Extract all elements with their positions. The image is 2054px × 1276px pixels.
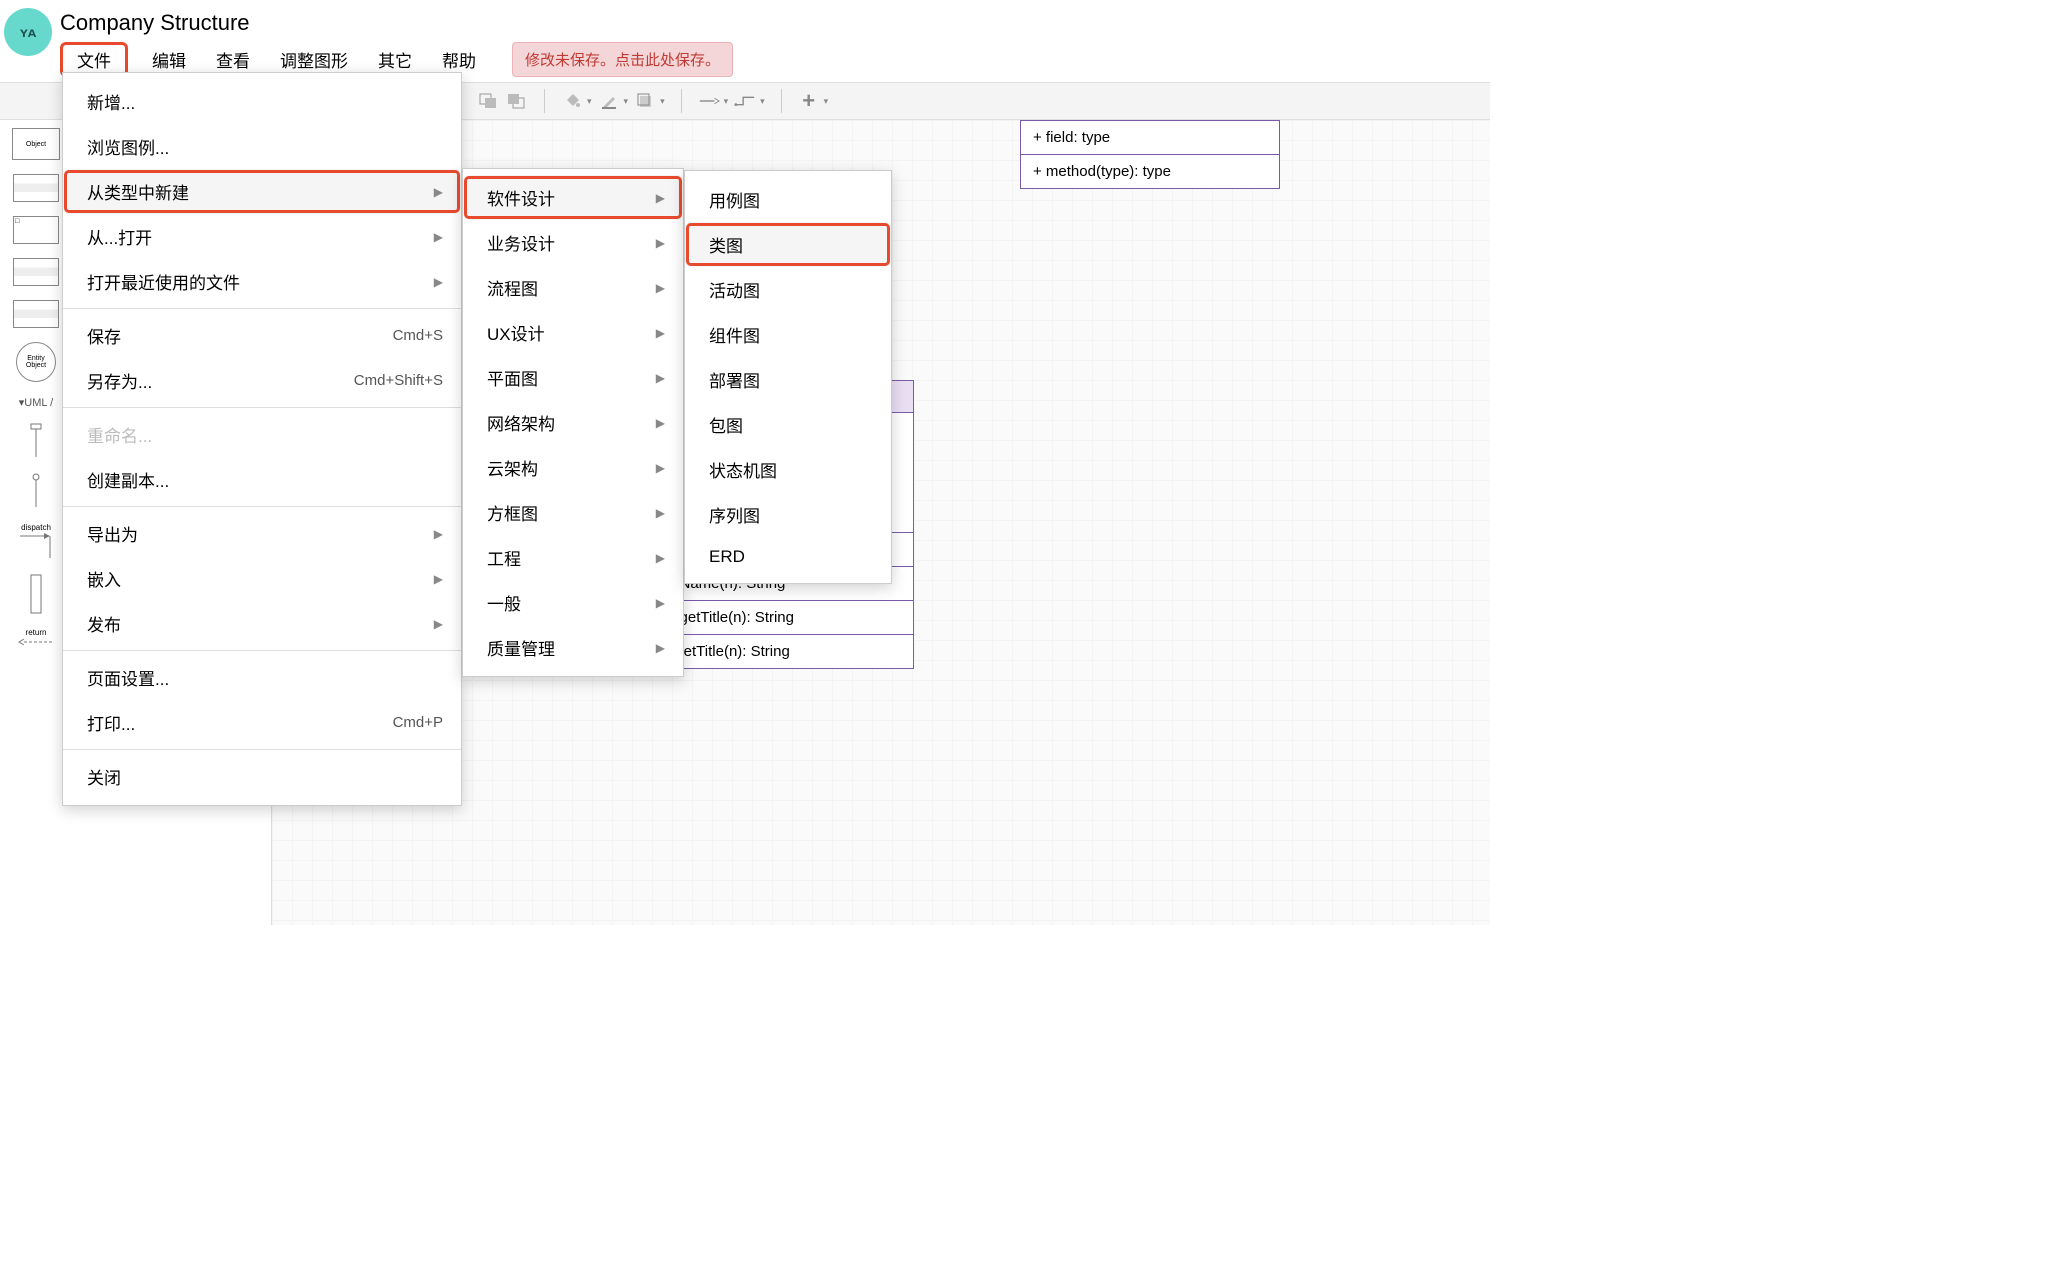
chevron-right-icon: ▶	[656, 596, 665, 610]
toolbar-bring-front-icon[interactable]	[506, 90, 528, 112]
class-method: + method(type): type	[1021, 155, 1279, 188]
template-menu-software[interactable]: 软件设计▶	[463, 175, 683, 220]
shape-activation[interactable]	[30, 574, 42, 614]
sidebar-section-label[interactable]: UML /	[24, 397, 53, 409]
file-menu-recent[interactable]: 打开最近使用的文件▶	[63, 259, 461, 304]
software-menu-package[interactable]: 包图	[685, 402, 891, 447]
file-menu-browse[interactable]: 浏览图例...	[63, 124, 461, 169]
file-menu-close[interactable]: 关闭	[63, 754, 461, 799]
chevron-right-icon: ▶	[434, 275, 443, 289]
shape-dispatch[interactable]	[18, 532, 54, 560]
file-menu-publish[interactable]: 发布▶	[63, 601, 461, 646]
template-menu-cloud[interactable]: 云架构▶	[463, 445, 683, 490]
shape-object[interactable]: Object	[12, 128, 60, 160]
chevron-right-icon: ▶	[434, 185, 443, 199]
toolbar-stroke-icon[interactable]	[598, 90, 620, 112]
class-method: - setTitle(n): String	[655, 635, 913, 668]
template-menu: 软件设计▶ 业务设计▶ 流程图▶ UX设计▶ 平面图▶ 网络架构▶ 云架构▶ 方…	[462, 168, 684, 677]
file-menu-print[interactable]: 打印...Cmd+P	[63, 700, 461, 745]
file-menu-save-as[interactable]: 另存为...Cmd+Shift+S	[63, 358, 461, 403]
chevron-right-icon: ▶	[656, 191, 665, 205]
toolbar-connector-icon[interactable]	[734, 90, 756, 112]
template-menu-floorplan[interactable]: 平面图▶	[463, 355, 683, 400]
shape-entity[interactable]: Entity Object	[16, 342, 56, 382]
shape-return[interactable]	[18, 637, 54, 647]
chevron-right-icon: ▶	[434, 617, 443, 631]
template-menu-block[interactable]: 方框图▶	[463, 490, 683, 535]
chevron-right-icon: ▶	[656, 506, 665, 520]
chevron-right-icon: ▶	[656, 371, 665, 385]
software-menu-deployment[interactable]: 部署图	[685, 357, 891, 402]
chevron-right-icon: ▶	[434, 527, 443, 541]
chevron-right-icon: ▶	[434, 230, 443, 244]
chevron-right-icon: ▶	[656, 416, 665, 430]
chevron-right-icon: ▶	[656, 551, 665, 565]
template-menu-business[interactable]: 业务设计▶	[463, 220, 683, 265]
file-menu-save[interactable]: 保存Cmd+S	[63, 313, 461, 358]
software-menu-statemachine[interactable]: 状态机图	[685, 447, 891, 492]
class-method: # getTitle(n): String	[655, 601, 913, 635]
avatar[interactable]: ʏᴀ	[4, 8, 52, 56]
toolbar-add-icon[interactable]: +	[798, 90, 820, 112]
toolbar-line-icon[interactable]	[698, 90, 720, 112]
template-menu-ux[interactable]: UX设计▶	[463, 310, 683, 355]
software-menu-sequence[interactable]: 序列图	[685, 492, 891, 537]
software-menu-component[interactable]: 组件图	[685, 312, 891, 357]
shape-dispatch-label: dispatch	[18, 523, 54, 532]
template-menu-quality[interactable]: 质量管理▶	[463, 625, 683, 670]
chevron-right-icon: ▶	[434, 572, 443, 586]
file-menu-open-from[interactable]: 从...打开▶	[63, 214, 461, 259]
caret-down-icon[interactable]: ▾	[587, 96, 592, 107]
template-menu-network[interactable]: 网络架构▶	[463, 400, 683, 445]
shape-composite[interactable]	[13, 174, 59, 202]
shape-found-msg[interactable]	[25, 473, 47, 509]
template-menu-flowchart[interactable]: 流程图▶	[463, 265, 683, 310]
software-menu: 用例图 类图 活动图 组件图 部署图 包图 状态机图 序列图 ERD	[684, 170, 892, 584]
chevron-right-icon: ▶	[656, 281, 665, 295]
software-menu-erd[interactable]: ERD	[685, 537, 891, 577]
chevron-right-icon: ▶	[656, 461, 665, 475]
chevron-right-icon: ▶	[656, 326, 665, 340]
shape-class[interactable]	[13, 300, 59, 328]
chevron-right-icon: ▶	[656, 641, 665, 655]
file-menu-embed[interactable]: 嵌入▶	[63, 556, 461, 601]
file-menu-from-template[interactable]: 从类型中新建▶	[63, 169, 461, 214]
file-menu-new[interactable]: 新增...	[63, 79, 461, 124]
template-menu-engineering[interactable]: 工程▶	[463, 535, 683, 580]
shape-lifeline[interactable]	[25, 423, 47, 459]
file-menu-page-setup[interactable]: 页面设置...	[63, 655, 461, 700]
shape-return-label: return	[18, 628, 54, 637]
toolbar-shadow-icon[interactable]	[634, 90, 656, 112]
caret-down-icon[interactable]: ▾	[660, 96, 665, 107]
file-menu-export[interactable]: 导出为▶	[63, 511, 461, 556]
class-field: + field: type	[1021, 121, 1279, 155]
software-menu-usecase[interactable]: 用例图	[685, 177, 891, 222]
file-menu-rename: 重命名...	[63, 412, 461, 457]
caret-down-icon[interactable]: ▾	[724, 96, 729, 107]
file-menu: 新增... 浏览图例... 从类型中新建▶ 从...打开▶ 打开最近使用的文件▶…	[62, 72, 462, 806]
chevron-right-icon: ▶	[656, 236, 665, 250]
software-menu-activity[interactable]: 活动图	[685, 267, 891, 312]
caret-down-icon[interactable]: ▾	[624, 96, 629, 107]
document-title[interactable]: Company Structure	[60, 4, 1490, 40]
shape-interface[interactable]	[13, 258, 59, 286]
software-menu-class[interactable]: 类图	[685, 222, 891, 267]
shape-rect[interactable]: □	[13, 216, 59, 244]
file-menu-make-copy[interactable]: 创建副本...	[63, 457, 461, 502]
toolbar-send-back-icon[interactable]	[478, 90, 500, 112]
unsaved-changes-notice[interactable]: 修改未保存。点击此处保存。	[512, 42, 733, 77]
caret-down-icon[interactable]: ▾	[760, 96, 765, 107]
toolbar-fill-icon[interactable]	[561, 90, 583, 112]
caret-down-icon[interactable]: ▾	[824, 96, 829, 107]
template-menu-general[interactable]: 一般▶	[463, 580, 683, 625]
